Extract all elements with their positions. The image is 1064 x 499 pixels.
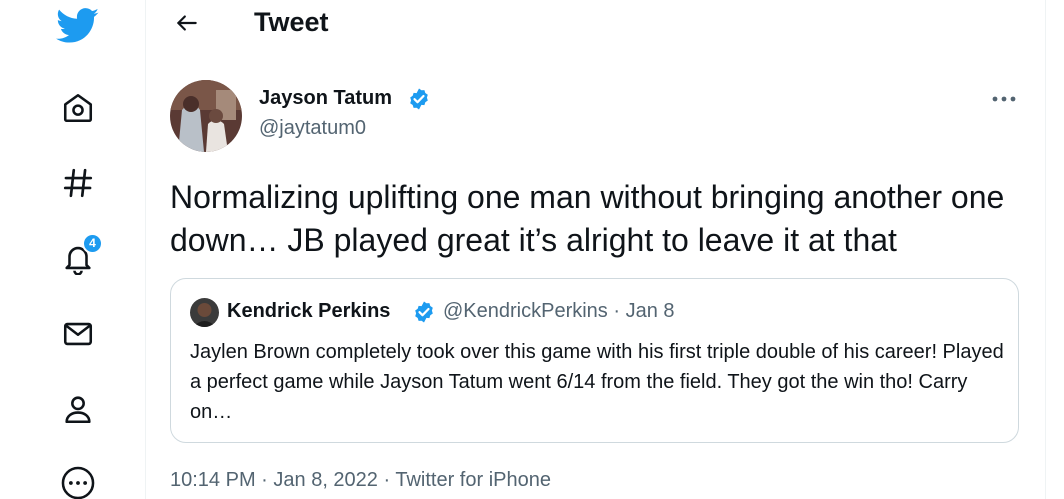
- mail-icon[interactable]: [58, 314, 98, 354]
- column-divider-right: [1045, 0, 1046, 499]
- quoted-author-avatar: [190, 298, 219, 327]
- tweet-source[interactable]: Twitter for iPhone: [395, 469, 551, 491]
- home-icon[interactable]: [58, 88, 98, 128]
- author-name[interactable]: Jayson Tatum: [259, 87, 392, 110]
- more-circle-icon[interactable]: [58, 463, 98, 499]
- verified-badge-icon: [412, 300, 436, 324]
- back-arrow-icon[interactable]: [170, 6, 204, 40]
- author-handle[interactable]: @jaytatum0: [259, 117, 366, 140]
- page-title: Tweet: [254, 7, 329, 37]
- twitter-bird-icon[interactable]: [55, 5, 101, 47]
- tweet-time[interactable]: 10:14 PM: [170, 469, 256, 491]
- separator: ·: [377, 469, 396, 491]
- verified-badge-icon: [407, 87, 431, 111]
- tweet-date[interactable]: Jan 8, 2022: [273, 469, 378, 491]
- column-divider: [145, 0, 146, 499]
- quoted-tweet-card[interactable]: Kendrick Perkins @KendrickPerkins · Jan …: [170, 278, 1019, 443]
- more-options-icon[interactable]: [988, 84, 1020, 114]
- quoted-text: Jaylen Brown completely took over this g…: [190, 341, 1004, 423]
- separator: ·: [255, 469, 274, 491]
- quoted-author-name: Kendrick Perkins: [227, 300, 391, 322]
- notification-badge: 4: [82, 233, 103, 254]
- quoted-meta: @KendrickPerkins · Jan 8: [443, 300, 675, 322]
- tweet-timestamp: 10:14 PM · Jan 8, 2022 · Twitter for iPh…: [170, 469, 551, 492]
- tweet-text: Normalizing uplifting one man without br…: [170, 179, 1005, 258]
- sidebar: 4: [0, 0, 145, 499]
- person-icon[interactable]: [58, 389, 98, 429]
- author-avatar[interactable]: [170, 80, 242, 152]
- hashtag-icon[interactable]: [58, 163, 98, 203]
